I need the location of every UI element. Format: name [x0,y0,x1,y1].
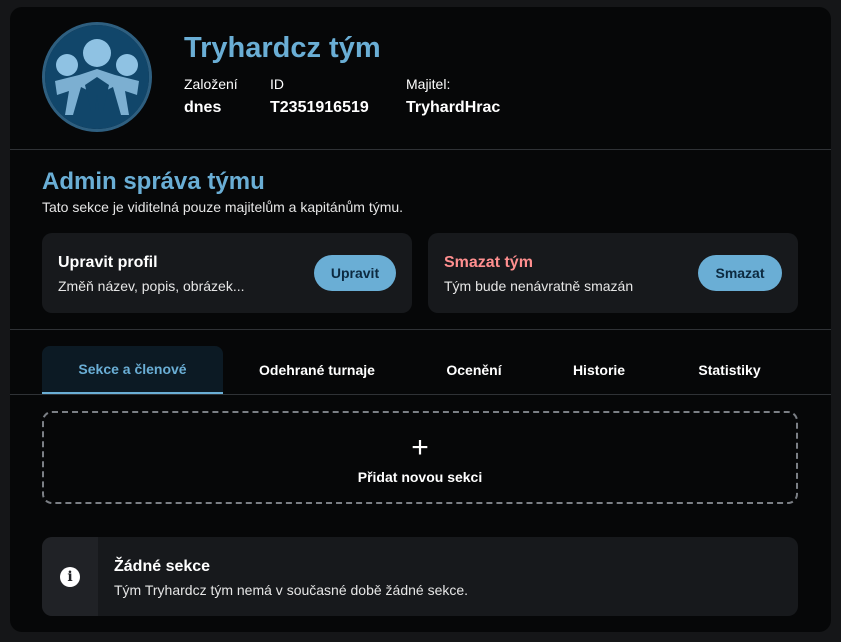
founded-label: Založení [184,76,238,92]
header-divider [10,149,831,150]
tab-statistics[interactable]: Statistiky [661,346,798,394]
owner-label: Majitel: [406,76,451,92]
id-value: T2351916519 [270,99,369,116]
empty-sections-title: Žádné sekce [114,558,211,575]
tab-played-tournaments[interactable]: Odehrané turnaje [233,346,401,394]
team-logo-icon [45,25,149,129]
owner-value: TryhardHrac [406,99,501,116]
empty-sections-description: Tým Tryhardcz tým nemá v současné době ž… [114,582,469,598]
admin-divider [10,329,831,330]
edit-profile-panel: Upravit profil Změň název, popis, obráze… [42,233,412,313]
tab-sections-members[interactable]: Sekce a členové [42,346,223,394]
plus-icon: + [411,431,429,464]
id-label: ID [270,76,284,92]
tab-awards[interactable]: Ocenění [411,346,537,394]
info-icon: i [60,567,80,587]
admin-description: Tato sekce je viditelná pouze majitelům … [42,199,404,215]
founded-value: dnes [184,99,222,116]
info-strip: i [42,537,98,616]
tab-history[interactable]: Historie [547,346,651,394]
team-card: Tryhardcz tým Založení dnes ID T23519165… [10,7,831,632]
delete-team-description: Tým bude nenávratně smazán [444,278,634,294]
team-avatar [42,22,152,132]
add-section-label: Přidat novou sekci [357,469,483,485]
delete-team-panel: Smazat tým Tým bude nenávratně smazán Sm… [428,233,798,313]
edit-profile-title: Upravit profil [58,254,158,271]
tabs-divider [10,394,831,395]
empty-sections-notice: i Žádné sekce Tým Tryhardcz tým nemá v s… [42,537,798,616]
edit-profile-button[interactable]: Upravit [314,255,396,291]
add-section-button[interactable]: + Přidat novou sekci [42,411,798,504]
delete-team-title: Smazat tým [444,254,533,271]
admin-title: Admin správa týmu [42,168,265,195]
team-name: Tryhardcz tým [184,32,381,64]
delete-team-button[interactable]: Smazat [698,255,782,291]
edit-profile-description: Změň název, popis, obrázek... [58,278,245,294]
